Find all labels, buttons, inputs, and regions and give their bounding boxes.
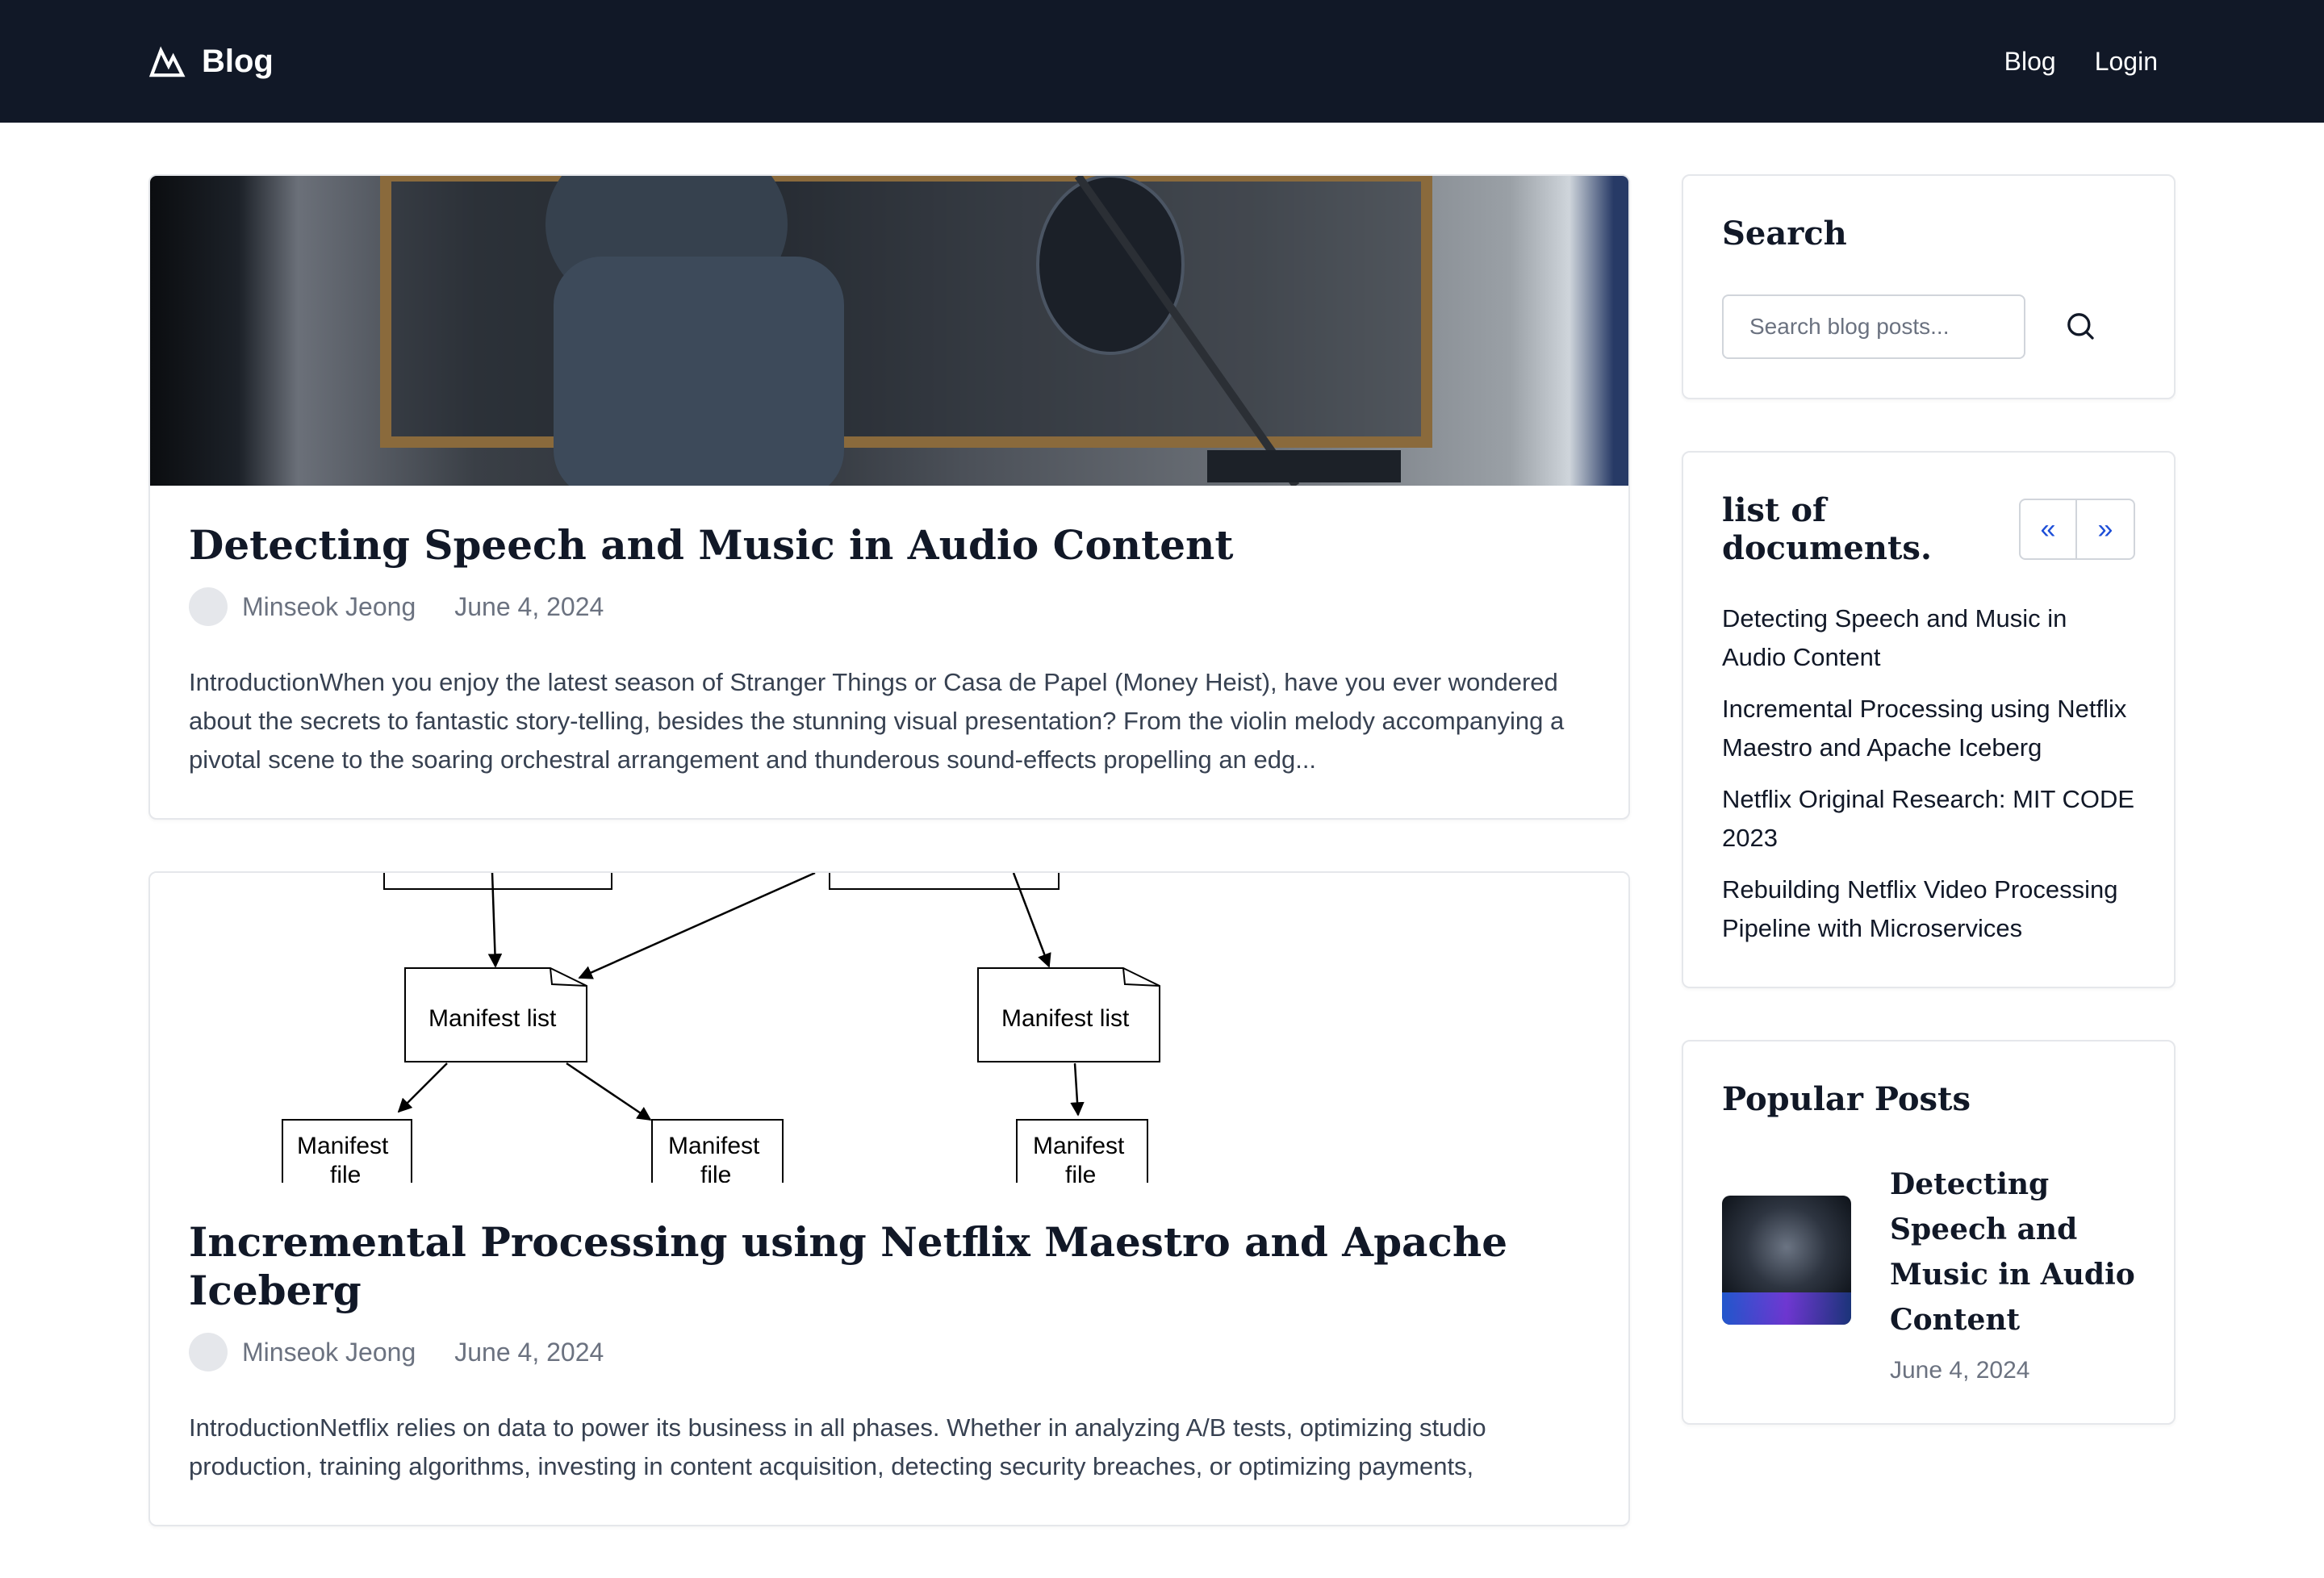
post-list: Detecting Speech and Music in Audio Cont… <box>148 174 1630 1578</box>
popular-post-text: Detecting Speech and Music in Audio Cont… <box>1890 1162 2135 1384</box>
post-hero-image[interactable]: Manifest list Manifest list Manifest fil… <box>150 873 1628 1183</box>
next-page-button[interactable]: » <box>2077 499 2135 560</box>
post-hero-image[interactable] <box>150 176 1628 486</box>
post-excerpt: IntroductionWhen you enjoy the latest se… <box>189 668 1565 774</box>
diagram-label-file: file <box>330 1162 361 1183</box>
brand-logo-link[interactable]: Blog <box>148 44 274 80</box>
post-author: Minseok Jeong <box>242 591 416 621</box>
iceberg-manifest-diagram: Manifest list Manifest list Manifest fil… <box>282 873 1160 1183</box>
post-author: Minseok Jeong <box>242 1337 416 1367</box>
post-date: June 4, 2024 <box>454 591 604 621</box>
search-icon <box>2067 312 2094 340</box>
documents-title: list of documents. <box>1722 491 1932 567</box>
popular-post-item[interactable]: Detecting Speech and Music in Audio Cont… <box>1722 1162 2135 1384</box>
documents-pager: « » <box>2019 499 2135 560</box>
top-navbar: Blog Blog Login <box>0 0 2324 123</box>
brand-name: Blog <box>202 43 274 79</box>
author-avatar <box>189 1333 228 1371</box>
documents-list: Detecting Speech and Music in Audio Cont… <box>1722 599 2135 948</box>
diagram-label-manifest: Manifest <box>297 1133 389 1159</box>
prev-page-button[interactable]: « <box>2019 499 2077 560</box>
diagram-label-manifest: Manifest <box>1033 1133 1125 1159</box>
post-meta: Minseok Jeong June 4, 2024 <box>189 587 1590 626</box>
popular-post-date: June 4, 2024 <box>1890 1357 2030 1384</box>
post-card[interactable]: Manifest list Manifest list Manifest fil… <box>148 871 1630 1526</box>
post-excerpt: IntroductionNetflix relies on data to po… <box>189 1413 1486 1480</box>
sidebar: Search list of documents. « » Detecting … <box>1682 174 2176 1476</box>
mountain-logo-icon <box>148 46 186 77</box>
diagram-label-file: file <box>1065 1162 1096 1183</box>
recording-studio-illustration <box>380 176 1432 486</box>
nav-links: Blog Login <box>2004 47 2158 77</box>
post-meta: Minseok Jeong June 4, 2024 <box>189 1333 1590 1371</box>
diagram-label-manifest-list: Manifest list <box>428 1005 557 1032</box>
document-link[interactable]: Incremental Processing using Netflix Mae… <box>1722 690 2135 767</box>
document-link[interactable]: Netflix Original Research: MIT CODE 2023 <box>1722 780 2135 858</box>
popular-posts-widget: Popular Posts Detecting Speech and Music… <box>1682 1040 2176 1425</box>
post-date: June 4, 2024 <box>454 1337 604 1367</box>
diagram-label-manifest: Manifest <box>668 1133 760 1159</box>
nav-link-login[interactable]: Login <box>2095 47 2158 77</box>
search-widget: Search <box>1682 174 2176 399</box>
documents-widget: list of documents. « » Detecting Speech … <box>1682 451 2176 988</box>
documents-header: list of documents. « » <box>1722 491 2135 567</box>
search-title: Search <box>1722 215 1847 253</box>
post-body: Detecting Speech and Music in Audio Cont… <box>150 486 1628 818</box>
search-row <box>1722 294 2135 359</box>
nav-link-blog[interactable]: Blog <box>2004 47 2056 77</box>
popular-posts-title: Popular Posts <box>1722 1080 1971 1118</box>
post-body: Incremental Processing using Netflix Mae… <box>150 1183 1628 1525</box>
post-card[interactable]: Detecting Speech and Music in Audio Cont… <box>148 174 1630 820</box>
diagram-label-file: file <box>700 1162 731 1183</box>
document-link[interactable]: Detecting Speech and Music in Audio Cont… <box>1722 599 2135 677</box>
search-input[interactable] <box>1722 294 2025 359</box>
post-title[interactable]: Incremental Processing using Netflix Mae… <box>189 1218 1590 1315</box>
popular-post-title[interactable]: Detecting Speech and Music in Audio Cont… <box>1890 1162 2135 1342</box>
post-title[interactable]: Detecting Speech and Music in Audio Cont… <box>189 521 1590 570</box>
popular-post-thumbnail[interactable] <box>1722 1196 1851 1325</box>
author-avatar <box>189 587 228 626</box>
search-button[interactable] <box>2063 309 2098 344</box>
document-link[interactable]: Rebuilding Netflix Video Processing Pipe… <box>1722 870 2135 948</box>
diagram-label-manifest-list: Manifest list <box>1001 1005 1130 1032</box>
